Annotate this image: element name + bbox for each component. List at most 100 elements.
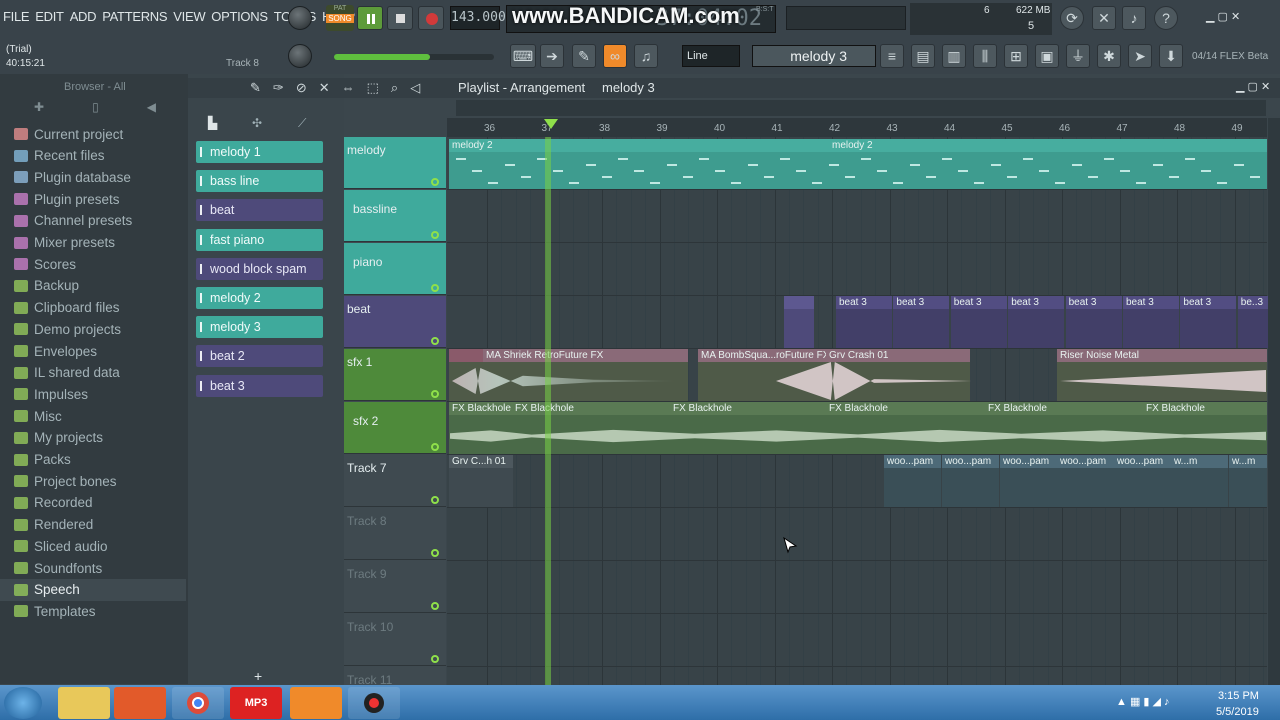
vertical-scrollbar[interactable] bbox=[1268, 118, 1280, 685]
play-button[interactable] bbox=[357, 6, 383, 30]
audio-clip[interactable]: FX Blackhole bbox=[826, 402, 985, 454]
browser-doc-icon[interactable]: ▯ bbox=[92, 100, 99, 118]
pattern-clip[interactable]: beat 3 bbox=[836, 296, 892, 348]
track-mute-icon[interactable] bbox=[431, 178, 439, 186]
track-mute-icon[interactable] bbox=[431, 337, 439, 345]
menu-view[interactable]: VIEW bbox=[170, 6, 208, 28]
pattern-clip[interactable]: beat 3 bbox=[893, 296, 950, 348]
browser-item[interactable]: Soundfonts bbox=[14, 558, 102, 578]
audio-clip[interactable]: FX Blackhole bbox=[449, 402, 512, 454]
record-button[interactable] bbox=[418, 6, 444, 30]
pencil-tool-icon[interactable]: ✎ bbox=[250, 80, 261, 96]
audio-clip[interactable]: FX Blackhole bbox=[512, 402, 670, 454]
pattern-item[interactable]: beat 2 bbox=[196, 345, 323, 368]
mute-tool-icon[interactable]: ✕ bbox=[319, 80, 330, 96]
pattern-clip[interactable]: beat 3 bbox=[1008, 296, 1065, 348]
pat-song-toggle[interactable]: PAT SONG bbox=[326, 5, 354, 31]
help-icon[interactable]: ? bbox=[1154, 6, 1178, 30]
beat-clip[interactable] bbox=[784, 296, 814, 348]
tools-icon[interactable]: ✕ bbox=[1092, 6, 1116, 30]
pattern-clip[interactable]: w...m bbox=[1171, 455, 1228, 507]
render-icon[interactable]: ➤ bbox=[1128, 44, 1152, 68]
step-edit-icon[interactable]: ➔ bbox=[540, 44, 564, 68]
explorer-app[interactable] bbox=[58, 687, 110, 719]
browser-item[interactable]: Recent files bbox=[14, 146, 105, 166]
download-icon[interactable]: ⬇ bbox=[1159, 44, 1183, 68]
pattern-item[interactable]: beat 3 bbox=[196, 374, 323, 397]
browser-item[interactable]: Recorded bbox=[14, 493, 93, 513]
browser-speaker-icon[interactable]: ◀ bbox=[147, 100, 156, 118]
pattern-clip[interactable]: beat 3 bbox=[950, 296, 1007, 348]
pattern-item[interactable]: melody 2 bbox=[196, 287, 323, 309]
browser-item[interactable]: Impulses bbox=[14, 384, 88, 404]
zoom-tool-icon[interactable]: ⌕ bbox=[391, 80, 398, 96]
track-mute-icon[interactable] bbox=[431, 231, 439, 239]
tempo-display[interactable]: 143.000 bbox=[450, 6, 506, 30]
mixer-icon[interactable]: ⫼ bbox=[973, 44, 997, 68]
fl-studio-app[interactable] bbox=[290, 687, 342, 719]
browser-item[interactable]: Plugin presets bbox=[14, 189, 120, 209]
media-player-app[interactable] bbox=[114, 687, 166, 719]
browser-item[interactable]: Packs bbox=[14, 450, 71, 470]
pattern-item[interactable]: melody 1 bbox=[196, 141, 323, 163]
refresh-icon[interactable]: ⟳ bbox=[1060, 6, 1084, 30]
metronome-icon[interactable]: ♫ bbox=[634, 44, 658, 68]
pattern-clip[interactable]: woo...pam bbox=[1057, 455, 1114, 507]
channel-rack-icon[interactable]: ▥ bbox=[942, 44, 966, 68]
link-icon[interactable]: ∞ bbox=[603, 44, 627, 68]
pattern-clip[interactable]: woo...pam bbox=[942, 455, 999, 507]
delete-tool-icon[interactable]: ⊘ bbox=[296, 80, 307, 96]
browser-item[interactable]: Speech bbox=[14, 580, 80, 600]
playlist-window-controls[interactable]: ▁ ▢ ✕ bbox=[1236, 80, 1270, 93]
start-button[interactable] bbox=[4, 687, 42, 719]
mic-icon[interactable]: ♪ bbox=[1122, 6, 1146, 30]
pattern-item[interactable]: bass line bbox=[196, 170, 323, 193]
add-pattern-button[interactable]: + bbox=[254, 668, 262, 684]
master-pitch-knob[interactable] bbox=[288, 44, 312, 68]
track-mute-icon[interactable] bbox=[431, 390, 439, 398]
pattern-clip[interactable]: beat 3 bbox=[1180, 296, 1237, 348]
slip-tool-icon[interactable]: ⇔ bbox=[342, 80, 355, 96]
pattern-clip[interactable]: beat 3 bbox=[1123, 296, 1179, 348]
track-mute-icon[interactable] bbox=[431, 443, 439, 451]
audio-clip[interactable]: MA Shriek RetroFuture FX bbox=[483, 349, 688, 401]
typing-keyboard-icon[interactable]: ⌨ bbox=[510, 44, 536, 68]
audio-clip[interactable]: FX Blackhole bbox=[985, 402, 1143, 454]
pencil-icon[interactable]: ✎ bbox=[572, 44, 596, 68]
browser-add-icon[interactable]: ✚ bbox=[34, 100, 44, 118]
browser-item[interactable]: Project bones bbox=[14, 471, 117, 491]
overview-scrollbar[interactable] bbox=[456, 100, 1266, 116]
playhead-marker-icon[interactable] bbox=[544, 119, 558, 129]
browser-item[interactable]: Scores bbox=[14, 254, 76, 274]
audio-clip[interactable]: FX Blackhole bbox=[1143, 402, 1267, 454]
timeline-ruler[interactable] bbox=[447, 118, 1267, 137]
piano-roll-icon[interactable]: ▤ bbox=[911, 44, 935, 68]
browser-item[interactable]: Channel presets bbox=[14, 211, 132, 231]
browser-item[interactable]: Templates bbox=[14, 601, 96, 621]
bandicam-app[interactable] bbox=[348, 687, 400, 719]
playlist-icon[interactable]: ≡ bbox=[880, 44, 904, 68]
browser-item[interactable]: Clipboard files bbox=[14, 298, 120, 318]
browser-item[interactable]: Misc bbox=[14, 406, 62, 426]
pattern-item[interactable]: melody 3 bbox=[196, 316, 323, 339]
browser-item[interactable]: Backup bbox=[14, 276, 79, 296]
pattern-selector[interactable]: melody 3 bbox=[752, 45, 876, 67]
pattern-clip[interactable]: w...m bbox=[1229, 455, 1267, 507]
pattern-item[interactable]: fast piano bbox=[196, 228, 323, 251]
stop-button[interactable] bbox=[387, 6, 413, 30]
browser-item[interactable]: Current project bbox=[14, 124, 123, 144]
window-controls[interactable]: ▁ ▢ ✕ bbox=[1206, 10, 1240, 23]
menu-patterns[interactable]: PATTERNS bbox=[99, 6, 170, 28]
track-mute-icon[interactable] bbox=[431, 655, 439, 663]
pattern-clip[interactable]: woo...pam bbox=[884, 455, 941, 507]
browser-item[interactable]: My projects bbox=[14, 428, 103, 448]
master-volume-slider[interactable] bbox=[334, 54, 494, 60]
browser-item[interactable]: IL shared data bbox=[14, 363, 120, 383]
browser-item[interactable]: Envelopes bbox=[14, 341, 97, 361]
pattern-clip[interactable]: beat 3 bbox=[1065, 296, 1122, 348]
master-volume-knob[interactable] bbox=[288, 6, 312, 30]
track-mute-icon[interactable] bbox=[431, 602, 439, 610]
playback-tool-icon[interactable]: ◁ bbox=[410, 80, 420, 96]
audio-clip[interactable]: FX Blackhole bbox=[670, 402, 826, 454]
mp3-app[interactable]: MP3 bbox=[230, 687, 282, 719]
